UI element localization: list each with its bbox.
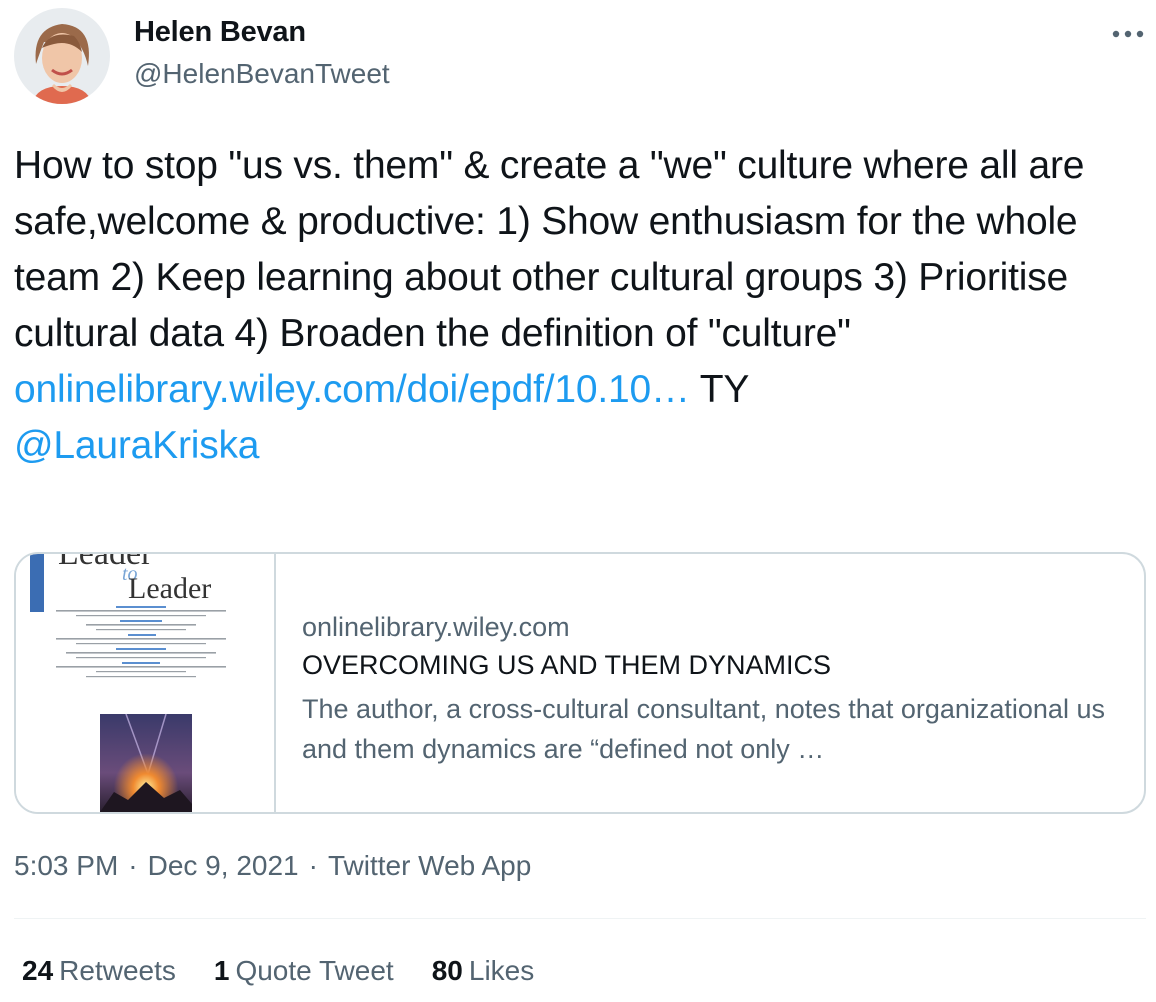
tweet-text: How to stop "us vs. them" & create a "we…: [14, 138, 1150, 474]
meta-separator: ·: [128, 850, 138, 881]
likes-label: Likes: [468, 955, 535, 986]
divider: [14, 918, 1146, 919]
more-options-button[interactable]: [1106, 16, 1150, 52]
tweet: Helen Bevan @HelenBevanTweet How to stop…: [0, 0, 1156, 1002]
more-horizontal-icon: [1112, 30, 1144, 38]
tweet-time[interactable]: 5:03 PM: [14, 850, 118, 881]
author-display-name[interactable]: Helen Bevan: [134, 16, 306, 49]
tweet-thanks: TY: [689, 368, 750, 411]
retweets-stat[interactable]: 24 Retweets: [22, 955, 176, 987]
card-description: The author, a cross-cultural consultant,…: [302, 694, 1105, 764]
quote-tweets-count: 1: [213, 955, 230, 986]
tweet-stats: 24 Retweets 1 Quote Tweet 80 Likes: [22, 955, 572, 987]
likes-stat[interactable]: 80 Likes: [432, 955, 535, 987]
cover-title-top: Leader: [58, 554, 153, 572]
link-preview-card[interactable]: Leader to Leader: [14, 552, 1146, 814]
quote-tweets-label: Quote Tweet: [235, 955, 394, 986]
tweet-link[interactable]: onlinelibrary.wiley.com/doi/epdf/10.10…: [14, 368, 690, 411]
profile-photo-icon: [14, 8, 110, 104]
cover-title-bottom: Leader: [128, 572, 211, 605]
tweet-source[interactable]: Twitter Web App: [328, 850, 531, 881]
meta-separator: ·: [308, 850, 318, 881]
author-handle[interactable]: @HelenBevanTweet: [134, 58, 390, 90]
tweet-date[interactable]: Dec 9, 2021: [148, 850, 299, 881]
mention-link[interactable]: @LauraKriska: [14, 424, 259, 467]
card-domain: onlinelibrary.wiley.com: [302, 612, 570, 642]
retweets-count: 24: [22, 955, 54, 986]
card-thumbnail: Leader to Leader: [16, 554, 276, 812]
tweet-meta: 5:03 PM · Dec 9, 2021 · Twitter Web App: [14, 850, 531, 882]
avatar[interactable]: [14, 8, 110, 104]
card-title: OVERCOMING US AND THEM DYNAMICS: [302, 650, 832, 680]
tweet-body: How to stop "us vs. them" & create a "we…: [14, 144, 1085, 355]
quote-tweets-stat[interactable]: 1 Quote Tweet: [214, 955, 394, 987]
journal-cover-image: Leader to Leader: [16, 554, 274, 812]
retweets-label: Retweets: [59, 955, 176, 986]
likes-count: 80: [431, 955, 463, 986]
